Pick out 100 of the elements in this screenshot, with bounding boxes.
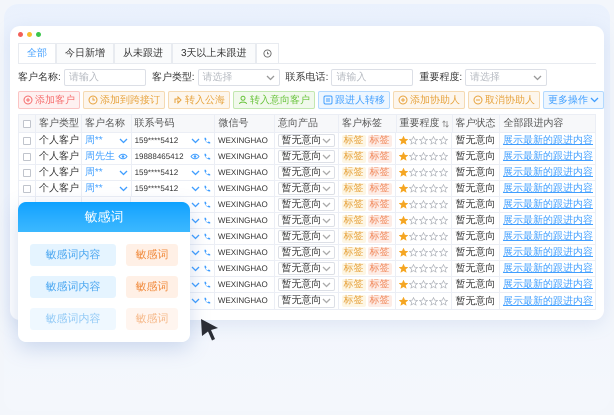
input-field[interactable]: 请输入	[64, 69, 146, 86]
select-field[interactable]: 请选择	[465, 69, 548, 86]
select-field[interactable]: 暂无意向	[278, 230, 335, 243]
select-field[interactable]: 请选择	[198, 69, 280, 86]
chevron-icon[interactable]	[191, 138, 200, 144]
chevron-icon[interactable]	[322, 218, 331, 224]
customer-name-link[interactable]: 周**	[84, 133, 103, 148]
star-rating[interactable]	[399, 248, 448, 257]
tab[interactable]: 从未跟进	[114, 43, 172, 63]
follow-up-link[interactable]: 展示最新的跟进内容	[503, 277, 594, 292]
empty-star-icon[interactable]	[439, 248, 448, 257]
chevron-icon[interactable]	[322, 138, 331, 144]
follow-up-link[interactable]: 展示最新的跟进内容	[503, 261, 594, 276]
filled-star-icon[interactable]	[399, 136, 408, 145]
action-button[interactable]: 转入公海	[168, 91, 230, 109]
empty-star-icon[interactable]	[429, 168, 438, 177]
chevron-icon[interactable]	[190, 202, 200, 208]
empty-star-icon[interactable]	[429, 200, 438, 209]
action-button[interactable]: 添加到跨接订	[83, 91, 165, 109]
follow-up-link[interactable]: 展示最新的跟进内容	[503, 149, 593, 164]
empty-star-icon[interactable]	[439, 200, 448, 209]
chevron-icon[interactable]	[590, 97, 599, 103]
follow-up-link[interactable]: 展示最新的跟进内容	[503, 197, 594, 212]
star-rating[interactable]	[399, 232, 448, 241]
action-button[interactable]: 转入意向客户	[233, 91, 315, 109]
empty-star-icon[interactable]	[439, 216, 448, 225]
chevron-icon[interactable]	[266, 74, 275, 80]
empty-star-icon[interactable]	[419, 168, 428, 177]
eye-icon[interactable]	[190, 153, 200, 160]
follow-up-link[interactable]: 展示最新的跟进内容	[503, 245, 594, 260]
star-rating[interactable]	[399, 152, 448, 161]
empty-star-icon[interactable]	[429, 152, 438, 161]
empty-star-icon[interactable]	[419, 264, 428, 273]
follow-up-link[interactable]: 展示最新的跟进内容	[503, 133, 593, 148]
empty-star-icon[interactable]	[429, 264, 438, 273]
select-field[interactable]: 暂无意向	[278, 166, 335, 179]
chevron-icon[interactable]	[322, 250, 331, 256]
star-rating[interactable]	[399, 168, 448, 177]
select-field[interactable]: 暂无意向	[278, 134, 335, 147]
select-field[interactable]: 暂无意向	[278, 294, 335, 308]
checkbox[interactable]	[22, 120, 31, 128]
filled-star-icon[interactable]	[399, 184, 408, 193]
filled-star-icon[interactable]	[399, 152, 408, 161]
filled-star-icon[interactable]	[399, 248, 408, 257]
sort-icon[interactable]	[442, 120, 449, 128]
chevron-icon[interactable]	[322, 154, 331, 160]
empty-star-icon[interactable]	[429, 248, 438, 257]
chevron-icon[interactable]	[190, 250, 200, 256]
select-field[interactable]: 暂无意向	[278, 246, 335, 259]
star-rating[interactable]	[399, 280, 448, 289]
add-tab-button[interactable]	[256, 43, 279, 63]
empty-star-icon[interactable]	[429, 184, 438, 193]
follow-up-link[interactable]: 展示最新的跟进内容	[503, 165, 593, 180]
chevron-icon[interactable]	[190, 234, 200, 240]
filled-star-icon[interactable]	[399, 168, 408, 177]
tab[interactable]: 全部	[18, 43, 56, 63]
empty-star-icon[interactable]	[439, 296, 448, 306]
star-rating[interactable]	[399, 216, 448, 225]
filled-star-icon[interactable]	[399, 264, 408, 273]
empty-star-icon[interactable]	[439, 280, 448, 289]
follow-up-link[interactable]: 展示最新的跟进内容	[503, 181, 593, 196]
empty-star-icon[interactable]	[419, 200, 428, 209]
filled-star-icon[interactable]	[399, 216, 408, 225]
empty-star-icon[interactable]	[439, 232, 448, 241]
empty-star-icon[interactable]	[419, 248, 428, 257]
chevron-icon[interactable]	[118, 138, 128, 144]
eye-icon[interactable]	[118, 153, 128, 160]
chevron-icon[interactable]	[322, 298, 331, 304]
star-rating[interactable]	[399, 296, 448, 306]
chevron-icon[interactable]	[322, 234, 331, 240]
filled-star-icon[interactable]	[399, 232, 408, 241]
customer-name-link[interactable]: 周先生	[84, 149, 115, 164]
empty-star-icon[interactable]	[439, 168, 448, 177]
empty-star-icon[interactable]	[439, 136, 448, 145]
empty-star-icon[interactable]	[429, 232, 438, 241]
chevron-icon[interactable]	[190, 282, 200, 288]
filled-star-icon[interactable]	[399, 200, 408, 209]
action-button[interactable]: 更多操作	[543, 91, 604, 109]
empty-star-icon[interactable]	[439, 152, 448, 161]
chevron-icon[interactable]	[190, 218, 200, 224]
select-field[interactable]: 暂无意向	[278, 214, 335, 227]
chevron-icon[interactable]	[190, 266, 200, 272]
chevron-icon[interactable]	[118, 186, 128, 192]
chevron-icon[interactable]	[322, 170, 331, 176]
empty-star-icon[interactable]	[419, 280, 428, 289]
chevron-icon[interactable]	[190, 298, 200, 304]
chevron-icon[interactable]	[322, 186, 331, 192]
empty-star-icon[interactable]	[439, 184, 448, 193]
follow-up-link[interactable]: 展示最新的跟进内容	[503, 213, 594, 228]
empty-star-icon[interactable]	[429, 136, 438, 145]
select-field[interactable]: 暂无意向	[278, 182, 335, 195]
chevron-icon[interactable]	[322, 266, 331, 272]
empty-star-icon[interactable]	[429, 216, 438, 225]
empty-star-icon[interactable]	[439, 264, 448, 273]
chevron-icon[interactable]	[322, 202, 331, 208]
chevron-icon[interactable]	[533, 74, 542, 80]
checkbox[interactable]	[22, 184, 31, 192]
empty-star-icon[interactable]	[419, 232, 428, 241]
star-rating[interactable]	[399, 136, 448, 145]
star-rating[interactable]	[399, 264, 448, 273]
